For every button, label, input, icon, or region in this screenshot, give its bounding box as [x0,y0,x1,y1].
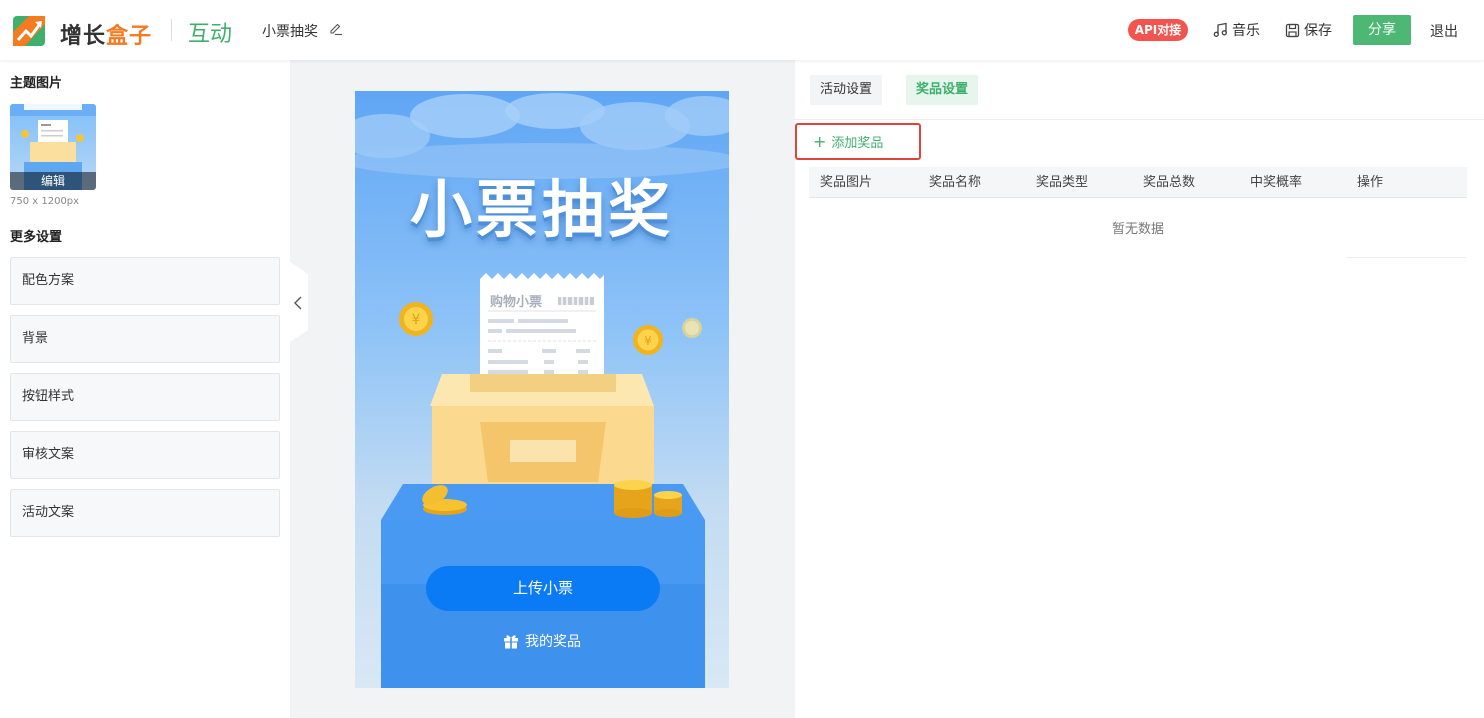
brand-name-part1: 增长 [60,24,107,49]
preview-title: 小票抽奖 [409,173,674,246]
prize-table-header: 奖品图片 奖品名称 奖品类型 奖品总数 中奖概率 操作 [809,167,1467,198]
api-badge[interactable]: API对接 [1128,19,1188,41]
app-name: 互动 [188,22,233,47]
svg-text:¥: ¥ [644,334,652,348]
small-coin-icon [682,318,702,338]
save-label: 保存 [1304,23,1332,39]
table-bottom-line [1347,257,1467,258]
setting-button-style[interactable]: 按钮样式 [10,373,280,421]
upload-receipt-button[interactable]: 上传小票 [426,566,660,611]
gold-coin-icon: ¥ [399,302,433,336]
more-settings-title: 更多设置 [10,230,63,245]
gold-coin-icon: ¥ [633,325,663,355]
right-settings-panel: 活动设置 奖品设置 + 添加奖品 奖品图片 奖品名称 奖品类型 奖品总数 中奖概… [795,60,1484,718]
music-button[interactable]: 音乐 [1212,20,1260,40]
preview-area: 小票抽奖 ¥ ¥ 购物小票 上传小票 我的奖品 [290,60,795,718]
my-prizes-label: 我的奖品 [525,634,581,650]
header-divider [171,19,172,41]
theme-image-thumbnail[interactable]: 编辑 [10,104,96,190]
setting-activity-copy[interactable]: 活动文案 [10,489,280,537]
left-settings-panel: 主题图片 编辑 750 x 1200px 更多设置 配色方案 背景 按钮样式 审… [0,60,290,718]
brand-name-part2: 盒子 [106,24,153,49]
music-label: 音乐 [1232,23,1260,39]
plus-icon: + [813,131,827,151]
add-prize-button[interactable]: + 添加奖品 [795,123,921,160]
save-button[interactable]: 保存 [1285,20,1332,40]
project-title[interactable]: 小票抽奖 [262,21,318,41]
chevron-left-icon [294,296,302,310]
coin-stack-icon [614,480,682,518]
image-size-hint: 750 x 1200px [10,196,80,207]
tab-activity-settings[interactable]: 活动设置 [810,75,883,105]
receipt-title: 购物小票 [490,295,543,310]
thumbnail-edit-label[interactable]: 编辑 [10,172,96,190]
col-prize-image: 奖品图片 [820,175,873,190]
growth-logo-icon [13,16,45,46]
gift-icon [504,635,518,649]
theme-image-title: 主题图片 [10,76,63,91]
my-prizes-link[interactable]: 我的奖品 [355,631,729,651]
collapse-panel-button[interactable] [290,262,308,342]
setting-review-copy[interactable]: 审核文案 [10,431,280,479]
col-actions: 操作 [1357,175,1384,190]
top-header: 增长盒子 互动 小票抽奖 API对接 音乐 保存 分享 退出 [0,0,1484,60]
setting-background[interactable]: 背景 [10,315,280,363]
floppy-disk-icon [1285,23,1300,37]
empty-table-message: 暂无数据 [1111,222,1164,237]
svg-text:¥: ¥ [412,312,421,328]
phone-preview: 小票抽奖 ¥ ¥ 购物小票 上传小票 我的奖品 [355,91,729,688]
tab-divider [795,119,1484,120]
col-win-probability: 中奖概率 [1250,175,1303,190]
brand-name: 增长盒子 [60,18,152,50]
music-note-icon [1213,22,1227,37]
setting-color-scheme[interactable]: 配色方案 [10,257,280,305]
share-button[interactable]: 分享 [1353,15,1411,45]
coin-stack-icon [422,485,467,515]
col-prize-total: 奖品总数 [1143,175,1196,190]
col-prize-name: 奖品名称 [929,175,982,190]
add-prize-label: 添加奖品 [831,136,884,151]
pencil-icon[interactable] [329,22,343,36]
tab-prize-settings[interactable]: 奖品设置 [906,75,979,105]
col-prize-type: 奖品类型 [1036,175,1089,190]
exit-button[interactable]: 退出 [1430,21,1458,41]
